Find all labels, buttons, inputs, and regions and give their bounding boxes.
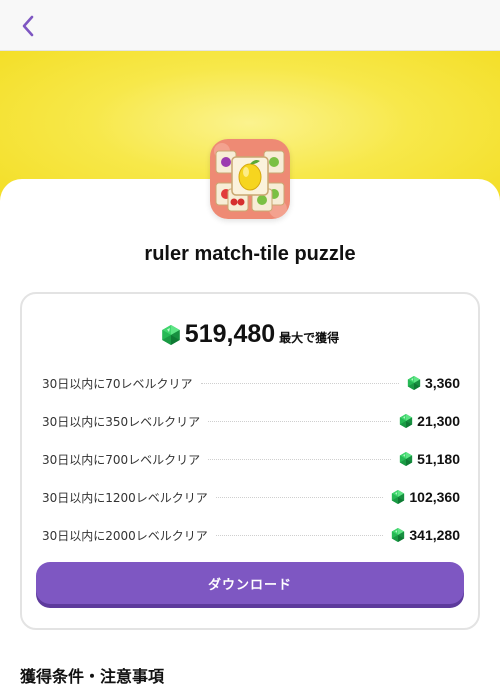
chevron-left-icon [22,15,34,37]
reward-condition: 30日以内に350レベルクリア [42,414,201,429]
reward-card: 519,480 最大で獲得 30日以内に70レベルクリア 3,360 30日以内… [20,292,480,630]
dotted-leader [200,382,399,384]
green-gem-icon [392,490,405,504]
reward-row: 30日以内に1200レベルクリア 102,360 [42,478,460,516]
fruit-tile-app-icon [210,139,290,219]
back-button[interactable] [14,12,42,40]
reward-condition: 30日以内に70レベルクリア [42,376,193,391]
dotted-leader [208,420,392,422]
conditions-heading: 獲得条件・注意事項 [20,667,165,686]
reward-condition: 30日以内に1200レベルクリア [42,490,208,505]
reward-row: 30日以内に350レベルクリア 21,300 [42,402,460,440]
dotted-leader [215,496,384,498]
total-reward-suffix: 最大で獲得 [279,331,340,345]
reward-condition: 30日以内に700レベルクリア [42,452,201,467]
dotted-leader [215,534,384,536]
reward-amount: 102,360 [409,489,460,505]
total-reward: 519,480 最大で獲得 [22,320,478,349]
reward-amount: 341,280 [409,527,460,543]
green-gem-icon [400,414,413,428]
reward-condition: 30日以内に2000レベルクリア [42,528,208,543]
app-icon [210,139,290,219]
green-gem-icon [162,324,180,345]
reward-amount: 3,360 [424,375,460,391]
green-gem-icon [392,528,405,542]
download-button[interactable]: ダウンロード [36,562,464,604]
reward-list: 30日以内に70レベルクリア 3,360 30日以内に350レベルクリア 21,… [42,364,460,554]
reward-amount: 21,300 [417,413,460,429]
reward-row: 30日以内に700レベルクリア 51,180 [42,440,460,478]
green-gem-icon [407,376,421,390]
dotted-leader [208,458,392,460]
green-gem-icon [400,452,413,466]
reward-row: 30日以内に70レベルクリア 3,360 [42,364,460,402]
reward-row: 30日以内に2000レベルクリア 341,280 [42,516,460,554]
top-bar [0,0,500,51]
reward-amount: 51,180 [417,451,460,467]
total-reward-value: 519,480 [184,320,276,348]
app-title: ruler match-tile puzzle [144,243,356,265]
